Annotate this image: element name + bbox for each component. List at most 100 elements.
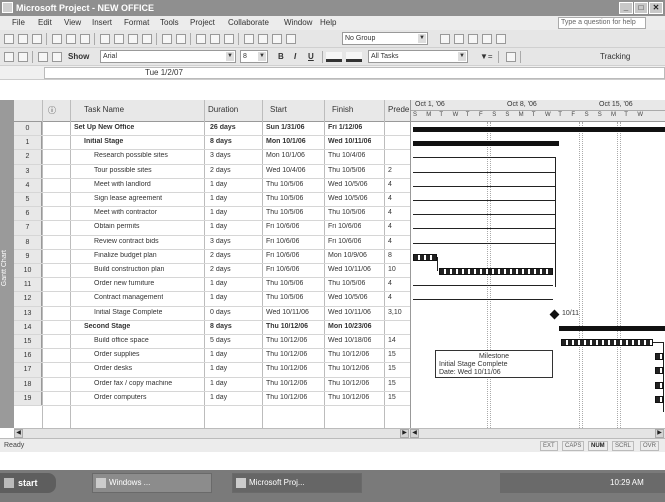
menu-tools[interactable]: Tools [160,18,179,27]
finish-column-header[interactable]: Finish [332,105,353,114]
table-row[interactable]: 14 Second Stage 8 days Thu 10/12/06 Mon 10/2… [14,320,410,335]
start-cell[interactable]: Wed 10/4/06 [266,167,306,174]
menu-project[interactable]: Project [190,18,215,27]
task-name-cell[interactable]: Research possible sites [94,152,168,159]
start-cell[interactable]: Thu 10/12/06 [266,394,307,401]
duration-cell[interactable]: 1 day [210,223,227,230]
finish-cell[interactable]: Wed 10/11/06 [328,138,371,145]
view-bar[interactable]: Gantt Chart [0,100,14,428]
spelling-icon[interactable] [80,34,90,44]
task-name-cell[interactable]: Initial Stage [84,138,123,145]
assign-resources-icon[interactable] [272,34,282,44]
start-cell[interactable]: Thu 10/5/06 [266,294,303,301]
indent-icon[interactable] [18,52,28,62]
task-name-cell[interactable]: Obtain permits [94,223,140,230]
predecessors-cell[interactable]: 4 [388,195,392,202]
start-cell[interactable]: Thu 10/12/06 [266,323,308,330]
task-notes-icon[interactable] [258,34,268,44]
table-row[interactable]: 7 Obtain permits 1 day Fri 10/6/06 Fri 10/6/… [14,221,410,236]
tracking-toolbar-button[interactable]: Tracking [600,52,630,61]
duration-cell[interactable]: 1 day [210,351,227,358]
gantt-horizontal-scrollbar[interactable]: ◀ ▶ [410,428,665,438]
menu-help[interactable]: Help [320,18,336,27]
menu-edit[interactable]: Edit [38,18,52,27]
hyperlink-icon[interactable] [176,34,186,44]
predecessors-cell[interactable]: 4 [388,181,392,188]
table-row[interactable]: 6 Meet with contractor 1 day Thu 10/5/06 Thu… [14,207,410,222]
finish-cell[interactable]: Mon 10/23/06 [328,323,372,330]
row-id[interactable]: 0 [14,122,42,136]
link-tasks-icon[interactable] [196,34,206,44]
task-bar[interactable] [655,395,664,403]
duration-cell[interactable]: 3 days [210,152,231,159]
row-id[interactable]: 8 [14,235,42,249]
group-by-combo[interactable]: No Group ▼ [342,32,428,45]
duration-cell[interactable]: 8 days [210,138,232,145]
copy-icon[interactable] [114,34,124,44]
scroll-to-task-icon[interactable] [468,34,478,44]
save-icon[interactable] [32,34,42,44]
italic-button[interactable]: I [294,52,296,61]
menu-insert[interactable]: Insert [92,18,112,27]
duration-cell[interactable]: 26 days [210,124,236,131]
align-center-icon[interactable] [346,52,362,62]
predecessors-cell[interactable]: 4 [388,223,392,230]
finish-cell[interactable]: Thu 10/12/06 [328,365,369,372]
row-id[interactable]: 6 [14,207,42,221]
duration-cell[interactable]: 1 day [210,365,227,372]
duration-column-header[interactable]: Duration [208,105,238,114]
task-name-cell[interactable]: Meet with landlord [94,181,151,188]
predecessors-cell[interactable]: 15 [388,380,396,387]
finish-cell[interactable]: Thu 10/4/06 [328,152,365,159]
task-name-cell[interactable]: Build construction plan [94,266,164,273]
row-id[interactable]: 4 [14,178,42,192]
task-name-cell[interactable]: Order fax / copy machine [94,380,172,387]
predecessors-cell[interactable]: 4 [388,294,392,301]
paste-icon[interactable] [128,34,138,44]
task-name-cell[interactable]: Finalize budget plan [94,252,157,259]
start-cell[interactable]: Thu 10/12/06 [266,365,307,372]
table-row[interactable]: 4 Meet with landlord 1 day Thu 10/5/06 Wed 1… [14,178,410,193]
gantt-wizard-icon[interactable] [506,52,516,62]
format-painter-icon[interactable] [142,34,152,44]
print-icon[interactable] [52,34,62,44]
finish-cell[interactable]: Thu 10/12/06 [328,351,369,358]
table-row[interactable]: 16 Order supplies 1 day Thu 10/12/06 Thu 10/… [14,349,410,364]
row-id[interactable]: 14 [14,320,42,334]
table-row[interactable]: 10 Build construction plan 2 days Fri 10/6/… [14,264,410,279]
task-name-cell[interactable]: Second Stage [84,323,130,330]
predecessors-cell[interactable]: 2 [388,167,392,174]
start-cell[interactable]: Fri 10/6/06 [266,252,299,259]
start-cell[interactable]: Fri 10/6/06 [266,223,299,230]
task-bar[interactable] [655,381,664,389]
task-name-cell[interactable]: Build office space [94,337,149,344]
maximize-button[interactable]: □ [634,2,648,14]
task-bar[interactable] [561,339,653,346]
duration-cell[interactable]: 2 days [210,167,231,174]
task-bar[interactable] [655,353,664,361]
row-id[interactable]: 15 [14,335,42,349]
table-row[interactable]: 18 Order fax / copy machine 1 day Thu 10/12… [14,377,410,392]
task-name-cell[interactable]: Set Up New Office [74,124,134,131]
outdent-icon[interactable] [4,52,14,62]
duration-cell[interactable]: 1 day [210,181,227,188]
row-id[interactable]: 13 [14,306,42,320]
scroll-right-icon[interactable]: ▶ [655,429,664,438]
summary-bar[interactable] [413,141,559,147]
finish-cell[interactable]: Wed 10/11/06 [328,309,371,316]
finish-cell[interactable]: Fri 1/12/06 [328,124,362,131]
row-id[interactable]: 3 [14,164,42,178]
bold-button[interactable]: B [278,52,284,61]
finish-cell[interactable]: Wed 10/18/06 [328,337,371,344]
help-search-box[interactable]: Type a question for help [558,17,646,29]
summary-bar[interactable] [413,127,665,132]
start-cell[interactable]: Thu 10/5/06 [266,280,303,287]
finish-cell[interactable]: Thu 10/12/06 [328,394,369,401]
table-row[interactable]: 17 Order desks 1 day Thu 10/12/06 Thu 10/12/… [14,363,410,378]
table-row[interactable]: 0 Set Up New Office 26 days Sun 1/31/06 Fri … [14,122,410,137]
predecessors-cell[interactable]: 14 [388,337,396,344]
task-name-cell[interactable]: Order new furniture [94,280,154,287]
task-name-cell[interactable]: Sign lease agreement [94,195,162,202]
predecessors-cell[interactable]: 15 [388,365,396,372]
start-cell[interactable]: Thu 10/12/06 [266,380,307,387]
